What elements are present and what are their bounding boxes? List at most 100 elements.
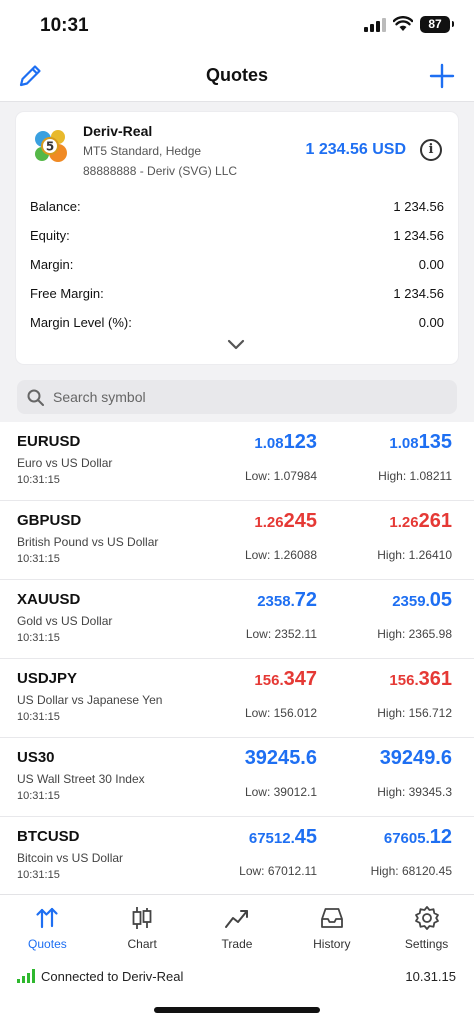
margin-value: 0.00	[418, 257, 444, 272]
bid-price: 2358.72	[257, 589, 317, 612]
search-symbol-input[interactable]	[53, 380, 443, 414]
account-balance-display: 1 234.56 USD	[305, 141, 406, 158]
account-info-icon[interactable]: i	[420, 139, 442, 161]
search-bar	[17, 380, 457, 414]
chart-icon	[132, 907, 152, 929]
bid-price: 1.26245	[254, 510, 317, 533]
balance-value: 1 234.56	[393, 199, 444, 214]
quote-row-btcusd[interactable]: BTCUSD Bitcoin vs US Dollar 10:31:15 675…	[0, 817, 474, 894]
ask-price-prefix: 2359.	[392, 593, 430, 610]
high-price: High: 39345.3	[377, 785, 452, 799]
connection-status-text: Connected to Deriv-Real	[41, 969, 184, 984]
quote-time: 10:31:15	[17, 474, 60, 486]
quote-row-usdjpy[interactable]: USDJPY US Dollar vs Japanese Yen 10:31:1…	[0, 659, 474, 738]
bottom-tab-bar: Quotes Chart Trade History Settings	[0, 894, 474, 959]
quotes-icon	[36, 907, 58, 929]
ask-price: 67605.12	[384, 826, 452, 849]
tab-label: Chart	[127, 937, 157, 951]
equity-value: 1 234.56	[393, 228, 444, 243]
low-price: Low: 1.07984	[244, 469, 317, 483]
chevron-down-icon[interactable]	[226, 338, 246, 352]
bid-price: 1.08123	[254, 431, 317, 454]
bid-price-pips: 123	[283, 431, 317, 453]
tab-settings[interactable]: Settings	[379, 895, 474, 959]
account-login: 88888888 - Deriv (SVG) LLC	[83, 164, 238, 178]
quote-row-xauusd[interactable]: XAUUSD Gold vs US Dollar 10:31:15 2358.7…	[0, 580, 474, 659]
quote-symbol: USDJPY	[17, 670, 78, 687]
account-stats: Balance: 1 234.56 Equity: 1 234.56 Margi…	[30, 192, 444, 337]
quote-description: Bitcoin vs US Dollar	[17, 851, 124, 865]
quote-description: Euro vs US Dollar	[17, 456, 113, 470]
quotes-list: EURUSD Euro vs US Dollar 10:31:15 1.0812…	[0, 422, 474, 894]
tab-chart[interactable]: Chart	[95, 895, 190, 959]
connection-status-bar: Connected to Deriv-Real 10.31.15	[0, 959, 474, 997]
bid-price-pips: 72	[294, 589, 317, 611]
ask-price-prefix: 1.08	[389, 435, 419, 452]
equity-row: Equity: 1 234.56	[30, 221, 444, 250]
battery-indicator: 87	[420, 16, 454, 33]
nav-bar: Quotes	[0, 52, 474, 102]
quote-row-us30[interactable]: US30 US Wall Street 30 Index 10:31:15 39…	[0, 738, 474, 817]
margin-level-value: 0.00	[418, 315, 444, 330]
cellular-signal-icon	[364, 18, 386, 32]
quote-description: US Dollar vs Japanese Yen	[17, 693, 163, 707]
bid-price: 156.347	[254, 668, 317, 691]
high-price: High: 2365.98	[377, 627, 452, 641]
bid-price-prefix: 67512.	[248, 830, 295, 847]
high-price: High: 1.08211	[378, 469, 452, 483]
quote-time: 10:31:15	[17, 869, 60, 881]
margin-row: Margin: 0.00	[30, 250, 444, 279]
bid-price-pips: 45	[294, 826, 317, 848]
equity-label: Equity:	[30, 228, 70, 243]
status-time: 10:31	[40, 15, 89, 36]
wifi-icon	[393, 16, 413, 31]
ask-price: 1.26261	[389, 510, 452, 533]
ask-price-prefix: 156.	[389, 672, 419, 689]
bid-price-pips: 5.6	[289, 747, 317, 769]
bid-price-pips: 347	[283, 668, 317, 690]
quote-row-eurusd[interactable]: EURUSD Euro vs US Dollar 10:31:15 1.0812…	[0, 422, 474, 501]
quote-time: 10:31:15	[17, 553, 60, 565]
ask-price-pips: 05	[429, 589, 452, 611]
home-indicator[interactable]	[154, 1007, 320, 1013]
tab-quotes[interactable]: Quotes	[0, 895, 95, 959]
ask-price-pips: 12	[429, 826, 452, 848]
account-summary-card: 5 Deriv-Real MT5 Standard, Hedge 8888888…	[16, 112, 458, 364]
low-price: Low: 2352.11	[245, 627, 317, 641]
connection-server-time: 10.31.15	[405, 969, 456, 984]
trade-icon	[224, 910, 248, 928]
tab-label: Settings	[404, 937, 449, 951]
free-margin-label: Free Margin:	[30, 286, 104, 301]
quote-symbol: XAUUSD	[17, 591, 81, 608]
tab-history[interactable]: History	[284, 895, 379, 959]
history-icon	[320, 908, 343, 928]
low-price: Low: 39012.1	[244, 785, 317, 799]
tab-trade[interactable]: Trade	[190, 895, 285, 959]
quote-symbol: BTCUSD	[17, 828, 80, 845]
ask-price: 1.08135	[389, 431, 452, 454]
bid-price-prefix: 2358.	[257, 593, 295, 610]
account-server-name: Deriv-Real	[83, 123, 153, 139]
quote-symbol: EURUSD	[17, 433, 81, 450]
quote-description: Gold vs US Dollar	[17, 614, 113, 628]
low-price: Low: 67012.11	[239, 864, 317, 878]
quote-time: 10:31:15	[17, 790, 60, 802]
tab-label: History	[313, 937, 351, 951]
margin-level-row: Margin Level (%): 0.00	[30, 308, 444, 337]
add-symbol-plus-icon[interactable]	[428, 62, 456, 90]
high-price: High: 68120.45	[370, 864, 452, 878]
settings-icon	[414, 906, 439, 930]
low-price: Low: 1.26088	[244, 548, 317, 562]
quote-time: 10:31:15	[17, 632, 60, 644]
connection-signal-icon	[17, 969, 35, 983]
free-margin-value: 1 234.56	[393, 286, 444, 301]
quote-description: US Wall Street 30 Index	[17, 772, 145, 786]
balance-row: Balance: 1 234.56	[30, 192, 444, 221]
ask-price-prefix: 1.26	[389, 514, 419, 531]
quote-row-gbpusd[interactable]: GBPUSD British Pound vs US Dollar 10:31:…	[0, 501, 474, 580]
bid-price: 67512.45	[249, 826, 317, 849]
ask-price-pips: 261	[418, 510, 452, 532]
margin-label: Margin:	[30, 257, 74, 272]
ask-price-pips: 361	[418, 668, 452, 690]
bid-price-prefix: 3924	[244, 747, 290, 769]
